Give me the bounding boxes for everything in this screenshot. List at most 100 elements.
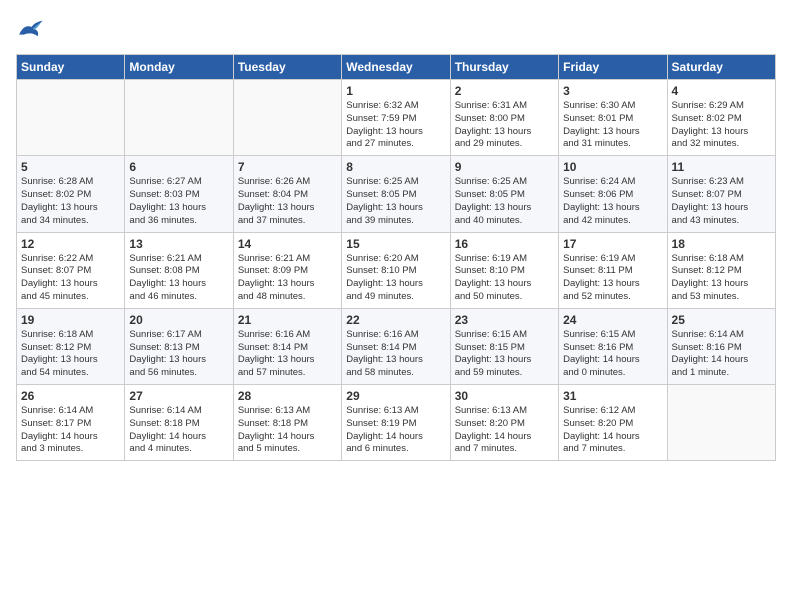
calendar-cell: 11 Sunrise: 6:23 AM Sunset: 8:07 PM Dayli… (667, 156, 775, 232)
logo (16, 16, 48, 44)
day-info: Sunrise: 6:16 AM Sunset: 8:14 PM Dayligh… (238, 329, 337, 380)
day-info: Sunrise: 6:25 AM Sunset: 8:05 PM Dayligh… (346, 176, 445, 227)
day-info: Sunrise: 6:14 AM Sunset: 8:16 PM Dayligh… (672, 329, 771, 380)
calendar-cell: 17 Sunrise: 6:19 AM Sunset: 8:11 PM Dayli… (559, 232, 667, 308)
day-info: Sunrise: 6:32 AM Sunset: 7:59 PM Dayligh… (346, 100, 445, 151)
weekday-header-thursday: Thursday (450, 55, 558, 80)
calendar-cell: 1 Sunrise: 6:32 AM Sunset: 7:59 PM Daylig… (342, 80, 450, 156)
day-info: Sunrise: 6:26 AM Sunset: 8:04 PM Dayligh… (238, 176, 337, 227)
calendar-cell: 19 Sunrise: 6:18 AM Sunset: 8:12 PM Dayli… (17, 308, 125, 384)
day-info: Sunrise: 6:21 AM Sunset: 8:09 PM Dayligh… (238, 253, 337, 304)
calendar-table: SundayMondayTuesdayWednesdayThursdayFrid… (16, 54, 776, 461)
weekday-header-friday: Friday (559, 55, 667, 80)
day-info: Sunrise: 6:24 AM Sunset: 8:06 PM Dayligh… (563, 176, 662, 227)
day-number: 22 (346, 313, 445, 327)
calendar-cell: 26 Sunrise: 6:14 AM Sunset: 8:17 PM Dayli… (17, 385, 125, 461)
weekday-header-row: SundayMondayTuesdayWednesdayThursdayFrid… (17, 55, 776, 80)
day-info: Sunrise: 6:13 AM Sunset: 8:20 PM Dayligh… (455, 405, 554, 456)
day-number: 20 (129, 313, 228, 327)
day-info: Sunrise: 6:12 AM Sunset: 8:20 PM Dayligh… (563, 405, 662, 456)
day-number: 13 (129, 237, 228, 251)
day-number: 1 (346, 84, 445, 98)
day-number: 8 (346, 160, 445, 174)
calendar-cell: 8 Sunrise: 6:25 AM Sunset: 8:05 PM Daylig… (342, 156, 450, 232)
calendar-cell: 14 Sunrise: 6:21 AM Sunset: 8:09 PM Dayli… (233, 232, 341, 308)
calendar-cell: 6Sunrise: 6:27 AM Sunset: 8:03 PM Daylig… (125, 156, 233, 232)
day-number: 26 (21, 389, 120, 403)
day-number: 17 (563, 237, 662, 251)
calendar-cell: 29 Sunrise: 6:13 AM Sunset: 8:19 PM Dayli… (342, 385, 450, 461)
calendar-cell: 9Sunrise: 6:25 AM Sunset: 8:05 PM Daylig… (450, 156, 558, 232)
calendar-cell: 30 Sunrise: 6:13 AM Sunset: 8:20 PM Dayli… (450, 385, 558, 461)
day-info: Sunrise: 6:15 AM Sunset: 8:16 PM Dayligh… (563, 329, 662, 380)
day-info: Sunrise: 6:16 AM Sunset: 8:14 PM Dayligh… (346, 329, 445, 380)
weekday-header-wednesday: Wednesday (342, 55, 450, 80)
day-info: Sunrise: 6:14 AM Sunset: 8:17 PM Dayligh… (21, 405, 120, 456)
calendar-cell: 18 Sunrise: 6:18 AM Sunset: 8:12 PM Dayli… (667, 232, 775, 308)
day-number: 5 (21, 160, 120, 174)
day-number: 2 (455, 84, 554, 98)
calendar-cell: 4 Sunrise: 6:29 AM Sunset: 8:02 PM Daylig… (667, 80, 775, 156)
day-info: Sunrise: 6:23 AM Sunset: 8:07 PM Dayligh… (672, 176, 771, 227)
day-info: Sunrise: 6:20 AM Sunset: 8:10 PM Dayligh… (346, 253, 445, 304)
day-info: Sunrise: 6:31 AM Sunset: 8:00 PM Dayligh… (455, 100, 554, 151)
day-number: 6 (129, 160, 228, 174)
calendar-cell (17, 80, 125, 156)
header (16, 16, 776, 44)
week-row-5: 26 Sunrise: 6:14 AM Sunset: 8:17 PM Dayli… (17, 385, 776, 461)
day-info: Sunrise: 6:19 AM Sunset: 8:11 PM Dayligh… (563, 253, 662, 304)
weekday-header-saturday: Saturday (667, 55, 775, 80)
calendar-cell (667, 385, 775, 461)
day-number: 24 (563, 313, 662, 327)
day-number: 15 (346, 237, 445, 251)
day-number: 31 (563, 389, 662, 403)
calendar-cell: 22 Sunrise: 6:16 AM Sunset: 8:14 PM Dayli… (342, 308, 450, 384)
week-row-3: 12Sunrise: 6:22 AM Sunset: 8:07 PM Dayli… (17, 232, 776, 308)
calendar-cell: 10 Sunrise: 6:24 AM Sunset: 8:06 PM Dayli… (559, 156, 667, 232)
calendar-cell: 2 Sunrise: 6:31 AM Sunset: 8:00 PM Daylig… (450, 80, 558, 156)
day-number: 29 (346, 389, 445, 403)
week-row-2: 5 Sunrise: 6:28 AM Sunset: 8:02 PM Daylig… (17, 156, 776, 232)
calendar-cell: 28Sunrise: 6:13 AM Sunset: 8:18 PM Dayli… (233, 385, 341, 461)
day-info: Sunrise: 6:18 AM Sunset: 8:12 PM Dayligh… (672, 253, 771, 304)
calendar-cell: 21 Sunrise: 6:16 AM Sunset: 8:14 PM Dayli… (233, 308, 341, 384)
calendar-cell (125, 80, 233, 156)
calendar-cell: 27 Sunrise: 6:14 AM Sunset: 8:18 PM Dayli… (125, 385, 233, 461)
day-info: Sunrise: 6:22 AM Sunset: 8:07 PM Dayligh… (21, 253, 120, 304)
day-number: 30 (455, 389, 554, 403)
day-number: 19 (21, 313, 120, 327)
day-info: Sunrise: 6:17 AM Sunset: 8:13 PM Dayligh… (129, 329, 228, 380)
day-info: Sunrise: 6:29 AM Sunset: 8:02 PM Dayligh… (672, 100, 771, 151)
day-number: 18 (672, 237, 771, 251)
calendar-cell: 15 Sunrise: 6:20 AM Sunset: 8:10 PM Dayli… (342, 232, 450, 308)
day-number: 21 (238, 313, 337, 327)
day-number: 7 (238, 160, 337, 174)
week-row-4: 19 Sunrise: 6:18 AM Sunset: 8:12 PM Dayli… (17, 308, 776, 384)
day-number: 10 (563, 160, 662, 174)
calendar-cell: 31 Sunrise: 6:12 AM Sunset: 8:20 PM Dayli… (559, 385, 667, 461)
calendar-cell: 20 Sunrise: 6:17 AM Sunset: 8:13 PM Dayli… (125, 308, 233, 384)
day-info: Sunrise: 6:13 AM Sunset: 8:19 PM Dayligh… (346, 405, 445, 456)
day-info: Sunrise: 6:28 AM Sunset: 8:02 PM Dayligh… (21, 176, 120, 227)
day-number: 27 (129, 389, 228, 403)
day-info: Sunrise: 6:19 AM Sunset: 8:10 PM Dayligh… (455, 253, 554, 304)
calendar-cell: 13Sunrise: 6:21 AM Sunset: 8:08 PM Dayli… (125, 232, 233, 308)
page: SundayMondayTuesdayWednesdayThursdayFrid… (0, 0, 792, 612)
day-number: 14 (238, 237, 337, 251)
day-number: 11 (672, 160, 771, 174)
calendar-cell: 3Sunrise: 6:30 AM Sunset: 8:01 PM Daylig… (559, 80, 667, 156)
day-number: 4 (672, 84, 771, 98)
day-number: 9 (455, 160, 554, 174)
day-number: 3 (563, 84, 662, 98)
calendar-cell: 24 Sunrise: 6:15 AM Sunset: 8:16 PM Dayli… (559, 308, 667, 384)
day-info: Sunrise: 6:15 AM Sunset: 8:15 PM Dayligh… (455, 329, 554, 380)
day-info: Sunrise: 6:14 AM Sunset: 8:18 PM Dayligh… (129, 405, 228, 456)
day-number: 25 (672, 313, 771, 327)
day-info: Sunrise: 6:18 AM Sunset: 8:12 PM Dayligh… (21, 329, 120, 380)
calendar-cell: 7 Sunrise: 6:26 AM Sunset: 8:04 PM Daylig… (233, 156, 341, 232)
calendar-cell: 12Sunrise: 6:22 AM Sunset: 8:07 PM Dayli… (17, 232, 125, 308)
day-number: 23 (455, 313, 554, 327)
week-row-1: 1 Sunrise: 6:32 AM Sunset: 7:59 PM Daylig… (17, 80, 776, 156)
weekday-header-tuesday: Tuesday (233, 55, 341, 80)
calendar-cell: 5 Sunrise: 6:28 AM Sunset: 8:02 PM Daylig… (17, 156, 125, 232)
